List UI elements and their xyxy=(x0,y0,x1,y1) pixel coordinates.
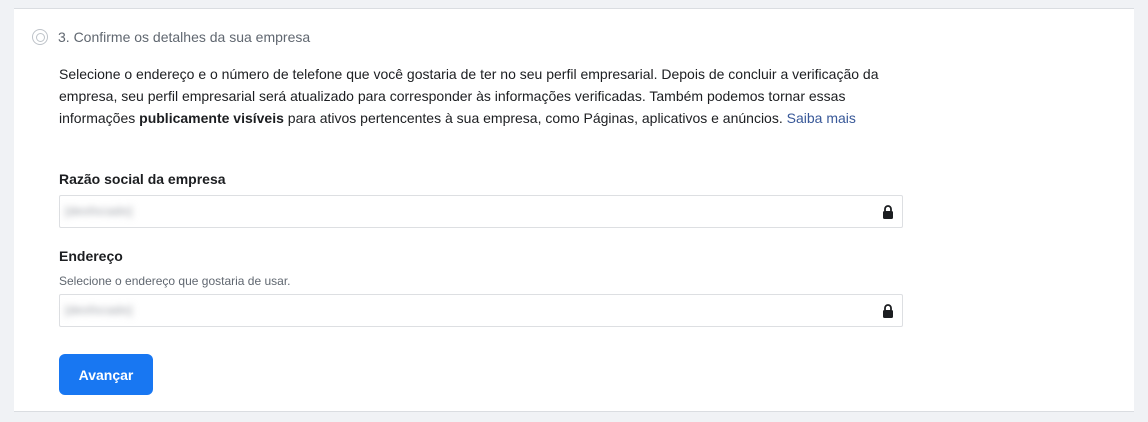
learn-more-link[interactable]: Saiba mais xyxy=(787,110,856,126)
address-value: [desfocado] xyxy=(65,303,133,317)
step-title: 3. Confirme os detalhes da sua empresa xyxy=(58,29,311,45)
company-name-value: [desfocado] xyxy=(65,204,133,218)
address-help-text: Selecione o endereço que gostaria de usa… xyxy=(59,274,291,288)
lock-icon xyxy=(883,304,893,318)
step-description: Selecione o endereço e o número de telef… xyxy=(59,63,899,129)
description-text-2: para ativos pertencentes à sua empresa, … xyxy=(283,110,787,126)
address-field[interactable]: [desfocado] xyxy=(59,294,903,327)
step-card: 3. Confirme os detalhes da sua empresa S… xyxy=(14,8,1134,412)
company-name-field: [desfocado] xyxy=(59,195,903,228)
address-label: Endereço xyxy=(59,248,123,264)
step-status-icon xyxy=(32,29,48,45)
description-bold-text: publicamente visíveis xyxy=(139,110,284,126)
company-name-label: Razão social da empresa xyxy=(59,171,226,187)
step-header: 3. Confirme os detalhes da sua empresa xyxy=(32,29,310,45)
next-button[interactable]: Avançar xyxy=(59,354,153,395)
lock-icon xyxy=(883,205,893,219)
